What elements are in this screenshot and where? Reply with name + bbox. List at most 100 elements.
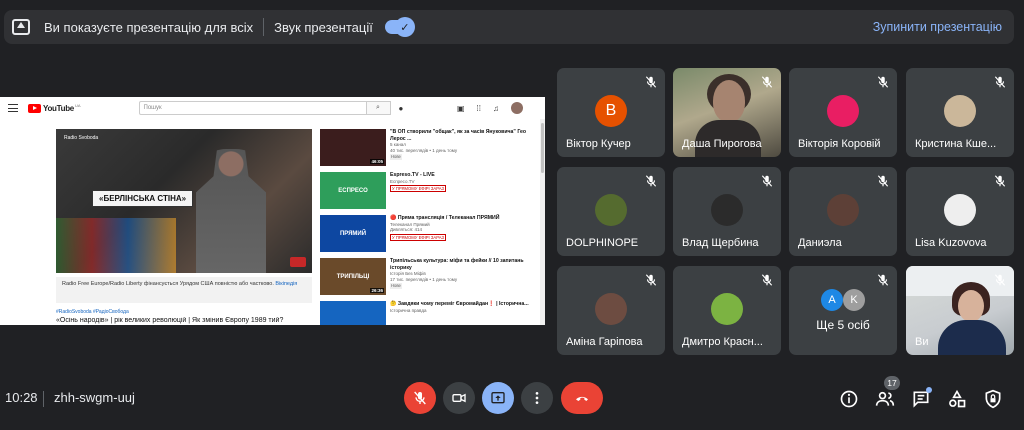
participant-name: Даша Пирогова: [682, 138, 762, 150]
recommendation-channel[interactable]: Історична правда: [390, 308, 529, 314]
leave-call-button[interactable]: [561, 382, 603, 414]
youtube-header: YouTube UA Пошук ⌕ ● ▣ ⁞⁞ ♫: [0, 97, 545, 119]
host-controls-button[interactable]: [982, 388, 1004, 410]
mic-off-icon: [761, 76, 773, 88]
mic-off-icon: [761, 175, 773, 187]
apps-icon[interactable]: ⁞⁞: [477, 104, 481, 113]
participant-avatar: [711, 293, 743, 325]
camera-toggle-button[interactable]: [443, 382, 475, 414]
participant-tile[interactable]: B Віктор Кучер: [557, 68, 665, 157]
more-participants-label: Ще 5 осіб: [816, 318, 870, 332]
recommendation-thumbnail[interactable]: ЕСПРЕСО: [320, 172, 386, 209]
self-video-face: [958, 290, 984, 322]
participant-tile[interactable]: Вікторія Коровій: [789, 68, 897, 157]
presented-screen: YouTube UA Пошук ⌕ ● ▣ ⁞⁞ ♫ Radio Svobod…: [0, 97, 545, 325]
meeting-code: zhh-swgm-uuj: [54, 390, 135, 405]
recommendation-title[interactable]: 🔴 Пряма трансляція / Телеканал ПРЯМИЙ: [390, 215, 499, 222]
thumbnail-text: ТРИПІЛЬЦІ: [336, 273, 370, 280]
presenting-text: Ви показуєте презентацію для всіх: [44, 19, 254, 35]
recommendation-item[interactable]: 🤔 Завдяки чому переміг Євромайдан❗ | Іст…: [320, 301, 542, 325]
participant-tile[interactable]: Аміна Гаріпова: [557, 266, 665, 355]
video-hashtags[interactable]: #RadioSvoboda #РадіоСвобода: [56, 309, 129, 315]
mic-off-icon: [994, 175, 1006, 187]
participant-name: Кристина Кше...: [915, 138, 997, 150]
notifications-icon[interactable]: ♫: [493, 104, 499, 113]
search-icon[interactable]: ⌕: [366, 101, 391, 115]
participant-name: Аміна Гаріпова: [566, 336, 643, 348]
camera-icon: [452, 393, 466, 403]
meeting-info-button[interactable]: [838, 388, 860, 410]
more-options-button[interactable]: [521, 382, 553, 414]
present-screen-button[interactable]: [482, 382, 514, 414]
participant-tile[interactable]: Кристина Кше...: [906, 68, 1014, 157]
participant-avatar: B: [595, 95, 627, 127]
participant-name: DOLPHINOPE: [566, 237, 639, 249]
presenting-banner: Ви показуєте презентацію для всіх Звук п…: [4, 10, 1014, 44]
recommendation-thumbnail[interactable]: ПРЯМИЙ: [320, 215, 386, 252]
people-icon: [875, 391, 895, 406]
recommendation-meta: 40 тис. переглядів • 1 день тому: [390, 147, 458, 153]
recommendation-item[interactable]: 46:05 "В ОП створили "общак", як за часів…: [320, 129, 542, 169]
activities-button[interactable]: [946, 388, 968, 410]
recommendations-list: 46:05 "В ОП створили "общак", як за часів…: [320, 129, 542, 325]
info-icon: [840, 390, 858, 408]
video-player[interactable]: Radio Svoboda «БЕРЛІНСЬКА СТІНА»: [56, 129, 312, 273]
participant-tile[interactable]: DOLPHINOPE: [557, 167, 665, 256]
self-name: Ви: [915, 336, 929, 348]
participant-tile[interactable]: Дмитро Красн...: [673, 266, 781, 355]
stop-presenting-button[interactable]: Зупинити презентацію: [873, 20, 1002, 34]
youtube-logo[interactable]: YouTube UA: [28, 103, 81, 113]
recommendation-badge: Нове: [390, 283, 402, 289]
recommendation-title[interactable]: "В ОП створили "общак", як за часів Янук…: [390, 129, 542, 142]
more-avatars: AK: [821, 289, 865, 311]
participant-avatar: [827, 95, 859, 127]
microphone-toggle-button[interactable]: [404, 382, 436, 414]
mic-off-icon: [994, 274, 1006, 286]
recommendation-thumbnail[interactable]: 46:05: [320, 129, 386, 166]
meeting-time: 10:28: [5, 390, 38, 405]
recommendation-meta: Дивляться: 414: [390, 227, 423, 233]
recommendation-thumbnail[interactable]: ТРИПІЛЬЦІ 26:36: [320, 258, 386, 295]
participant-tile[interactable]: Даша Пирогова: [673, 68, 781, 157]
more-participants-tile[interactable]: AK Ще 5 осіб: [789, 266, 897, 355]
participant-tile[interactable]: Lisa Kuzovova: [906, 167, 1014, 256]
mic-off-icon: [994, 76, 1006, 88]
participant-tile[interactable]: Даниэла: [789, 167, 897, 256]
more-participant-avatar: K: [843, 289, 865, 311]
self-video-body: [938, 320, 1006, 355]
recommendation-title[interactable]: Трипільська культура: міфи та фейки // 1…: [390, 258, 542, 271]
self-tile[interactable]: Ви: [906, 266, 1014, 355]
mic-off-icon: [877, 274, 889, 286]
recommendation-item[interactable]: ПРЯМИЙ 🔴 Пряма трансляція / Телеканал ПРЯ…: [320, 215, 542, 255]
participant-tile[interactable]: Влад Щербина: [673, 167, 781, 256]
recommendation-title[interactable]: 🤔 Завдяки чому переміг Євромайдан❗ | Іст…: [390, 301, 529, 308]
check-icon: ✓: [394, 17, 415, 37]
youtube-search-input[interactable]: Пошук: [138, 101, 367, 115]
more-participant-avatar: A: [821, 289, 843, 311]
participant-avatar: [827, 194, 859, 226]
presentation-sound-toggle[interactable]: ✓: [384, 17, 415, 37]
mic-off-icon: [414, 391, 426, 405]
people-button[interactable]: [874, 388, 896, 410]
funding-disclaimer: Radio Free Europe/Radio Liberty фінансує…: [56, 277, 312, 303]
mic-off-icon: [645, 274, 657, 286]
recommendation-item[interactable]: ТРИПІЛЬЦІ 26:36 Трипільська культура: міфи…: [320, 258, 542, 298]
create-video-icon[interactable]: ▣: [457, 104, 465, 113]
mic-off-icon: [877, 175, 889, 187]
menu-icon[interactable]: [8, 104, 18, 112]
recommendation-channel[interactable]: Еспресо.TV: [390, 179, 446, 185]
participant-name: Дмитро Красн...: [682, 336, 763, 348]
channel-badge-icon: [290, 257, 306, 267]
recommendation-item[interactable]: ЕСПРЕСО Espreso.TV - LIVE Еспресо.TV У ПРЯМ…: [320, 172, 542, 212]
bottom-divider: [43, 391, 44, 407]
chat-notification-dot: [926, 387, 932, 393]
disclaimer-link[interactable]: Вікіпедія: [275, 281, 297, 287]
microphone-icon[interactable]: ●: [399, 104, 404, 113]
participant-avatar: [944, 194, 976, 226]
page-scrollbar[interactable]: [540, 119, 545, 325]
recommendation-thumbnail[interactable]: [320, 301, 386, 325]
participant-name: Даниэла: [798, 237, 842, 249]
account-avatar[interactable]: [511, 102, 523, 114]
shield-lock-icon: [985, 389, 1001, 409]
presenter-figure: [196, 149, 266, 273]
